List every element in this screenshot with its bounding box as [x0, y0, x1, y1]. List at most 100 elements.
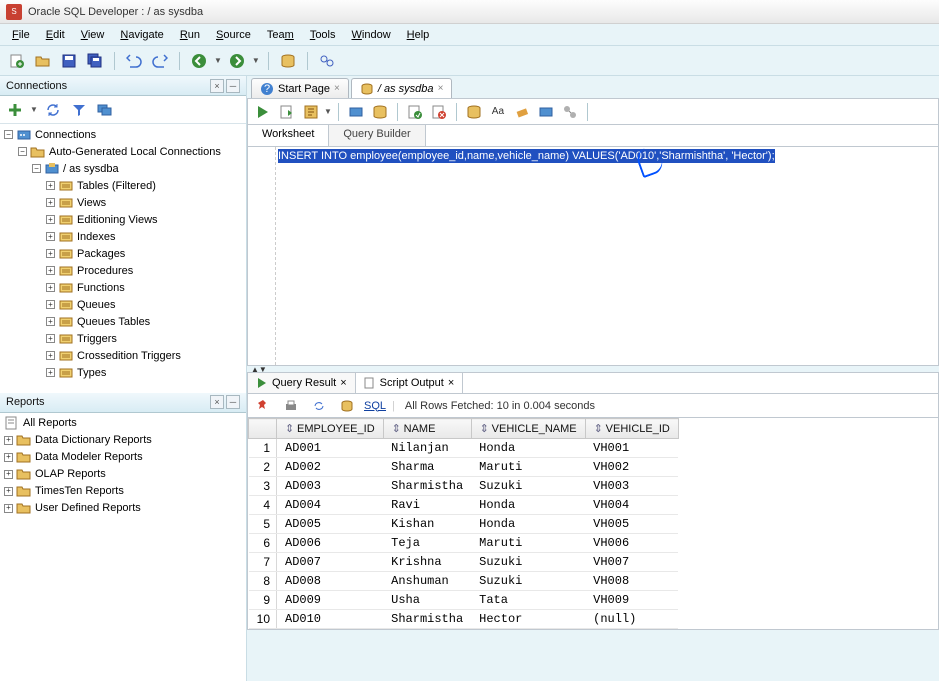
explain-plan-icon[interactable]	[300, 101, 322, 123]
undo-icon[interactable]	[123, 50, 145, 72]
table-row[interactable]: 6AD006TejaMarutiVH006	[249, 534, 679, 553]
right-area: ? Start Page × / as sysdba × ▼ Aa	[247, 76, 939, 681]
rollback-icon[interactable]	[404, 101, 426, 123]
table-row[interactable]: 10AD010SharmisthaHector(null)	[249, 610, 679, 629]
tree-node[interactable]: +Triggers	[0, 330, 246, 347]
run-statement-icon[interactable]	[252, 101, 274, 123]
col-vehicle-id[interactable]: ⇕VEHICLE_ID	[585, 419, 678, 439]
tab-sysdba[interactable]: / as sysdba ×	[351, 78, 452, 98]
tree-node[interactable]: +Queues	[0, 296, 246, 313]
tab-query-result[interactable]: Query Result ×	[248, 373, 356, 393]
tree-node[interactable]: +Procedures	[0, 262, 246, 279]
connections-toolbar: ▼	[0, 96, 246, 124]
tree-node[interactable]: +Tables (Filtered)	[0, 177, 246, 194]
tree-node[interactable]: +Views	[0, 194, 246, 211]
new-connection-icon[interactable]	[4, 99, 26, 121]
save-all-icon[interactable]	[84, 50, 106, 72]
tree-report[interactable]: +TimesTen Reports	[0, 483, 246, 500]
redo-icon[interactable]	[149, 50, 171, 72]
table-row[interactable]: 2AD002SharmaMarutiVH002	[249, 458, 679, 477]
menu-view[interactable]: View	[73, 27, 113, 43]
close-icon[interactable]: ×	[448, 377, 454, 389]
tree-node[interactable]: +Crossedition Triggers	[0, 347, 246, 364]
panel-pin-icon[interactable]: ×	[210, 79, 224, 93]
find-icon[interactable]	[316, 50, 338, 72]
tree-conn-sysdba[interactable]: −/ as sysdba	[0, 160, 246, 177]
tree-node[interactable]: +Types	[0, 364, 246, 381]
worksheet-tabs: Worksheet Query Builder	[247, 124, 939, 146]
tree-node[interactable]: +Packages	[0, 245, 246, 262]
menu-help[interactable]: Help	[399, 27, 438, 43]
sql-editor[interactable]: INSERT INTO employee(employee_id,name,ve…	[247, 146, 939, 366]
close-icon[interactable]: ×	[340, 377, 346, 389]
menu-team[interactable]: Team	[259, 27, 302, 43]
menu-navigate[interactable]: Navigate	[112, 27, 171, 43]
panel-minimize-icon[interactable]: ─	[226, 395, 240, 409]
menu-tools[interactable]: Tools	[302, 27, 344, 43]
tree-report[interactable]: +Data Modeler Reports	[0, 449, 246, 466]
col-name[interactable]: ⇕NAME	[383, 419, 471, 439]
sql-link[interactable]: SQL	[364, 400, 386, 412]
tab-worksheet[interactable]: Worksheet	[248, 125, 329, 146]
reports-tree[interactable]: All Reports +Data Dictionary Reports+Dat…	[0, 413, 246, 681]
clear-icon[interactable]	[511, 101, 533, 123]
table-row[interactable]: 1AD001NilanjanHondaVH001	[249, 439, 679, 458]
table-row[interactable]: 7AD007KrishnaSuzukiVH007	[249, 553, 679, 572]
panel-pin-icon[interactable]: ×	[210, 395, 224, 409]
tab-start-page[interactable]: ? Start Page ×	[251, 78, 349, 98]
table-row[interactable]: 9AD009UshaTataVH009	[249, 591, 679, 610]
col-employee-id[interactable]: ⇕EMPLOYEE_ID	[277, 419, 384, 439]
results-grid[interactable]: ⇕EMPLOYEE_ID ⇕NAME ⇕VEHICLE_NAME ⇕VEHICL…	[247, 418, 939, 630]
refresh-connections-icon[interactable]	[42, 99, 64, 121]
menu-window[interactable]: Window	[344, 27, 399, 43]
connections-title: Connections	[6, 80, 67, 92]
tree-root-connections[interactable]: −Connections	[0, 126, 246, 143]
connections-tree[interactable]: −Connections −Auto-Generated Local Conne…	[0, 124, 246, 393]
menu-edit[interactable]: Edit	[38, 27, 73, 43]
close-icon[interactable]: ×	[334, 83, 340, 94]
refresh-icon[interactable]	[308, 395, 330, 417]
menu-run[interactable]: Run	[172, 27, 208, 43]
tree-report[interactable]: +User Defined Reports	[0, 500, 246, 517]
back-icon[interactable]	[188, 50, 210, 72]
tab-script-output[interactable]: Script Output ×	[356, 373, 464, 393]
col-vehicle-name[interactable]: ⇕VEHICLE_NAME	[471, 419, 585, 439]
save-icon[interactable]	[58, 50, 80, 72]
tree-node[interactable]: +Functions	[0, 279, 246, 296]
table-row[interactable]: 5AD005KishanHondaVH005	[249, 515, 679, 534]
sql-icon[interactable]	[277, 50, 299, 72]
tab-query-builder[interactable]: Query Builder	[329, 125, 425, 146]
forward-icon[interactable]	[226, 50, 248, 72]
save-grid-icon[interactable]	[336, 395, 358, 417]
table-row[interactable]: 4AD004RaviHondaVH004	[249, 496, 679, 515]
tree-all-reports[interactable]: All Reports	[0, 415, 246, 432]
menu-file[interactable]: File	[4, 27, 38, 43]
tree-node[interactable]: +Queues Tables	[0, 313, 246, 330]
menu-source[interactable]: Source	[208, 27, 259, 43]
format-icon[interactable]	[535, 101, 557, 123]
panel-minimize-icon[interactable]: ─	[226, 79, 240, 93]
tree-node[interactable]: +Editioning Views	[0, 211, 246, 228]
tree-report[interactable]: +Data Dictionary Reports	[0, 432, 246, 449]
pin-icon[interactable]	[252, 395, 274, 417]
autotrace-icon[interactable]	[345, 101, 367, 123]
tree-folder-autogen[interactable]: −Auto-Generated Local Connections	[0, 143, 246, 160]
unshared-worksheet-icon[interactable]	[559, 101, 581, 123]
editor-tabs: ? Start Page × / as sysdba ×	[247, 76, 939, 98]
filter-icon[interactable]	[68, 99, 90, 121]
window-title: Oracle SQL Developer : / as sysdba	[28, 6, 203, 18]
table-row[interactable]: 8AD008AnshumanSuzukiVH008	[249, 572, 679, 591]
commit-icon[interactable]	[369, 101, 391, 123]
new-icon[interactable]	[6, 50, 28, 72]
tree-report[interactable]: +OLAP Reports	[0, 466, 246, 483]
close-icon[interactable]: ×	[437, 83, 443, 94]
to-uppercase-icon[interactable]: Aa	[487, 101, 509, 123]
print-icon[interactable]	[280, 395, 302, 417]
open-icon[interactable]	[32, 50, 54, 72]
table-row[interactable]: 3AD003SharmisthaSuzukiVH003	[249, 477, 679, 496]
sql-history-icon[interactable]	[463, 101, 485, 123]
folders-icon[interactable]	[94, 99, 116, 121]
tree-node[interactable]: +Indexes	[0, 228, 246, 245]
cancel-icon[interactable]	[428, 101, 450, 123]
run-script-icon[interactable]	[276, 101, 298, 123]
